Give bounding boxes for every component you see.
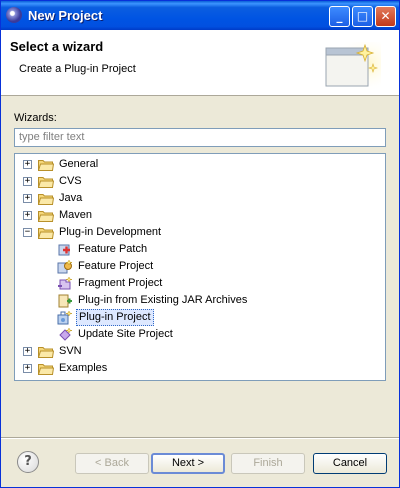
eclipse-icon bbox=[6, 7, 22, 23]
tree-item-label: Plug-in from Existing JAR Archives bbox=[78, 294, 248, 306]
expand-icon[interactable]: + bbox=[23, 364, 32, 373]
tree-wizard-item[interactable]: Plug-in Project bbox=[15, 309, 385, 326]
wizard-banner-icon bbox=[323, 42, 381, 90]
tree-item-label: Fragment Project bbox=[78, 277, 163, 289]
folder-icon bbox=[37, 192, 55, 205]
feature-patch-icon bbox=[57, 242, 73, 258]
tree-folder-item[interactable]: + General bbox=[15, 156, 385, 173]
finish-button[interactable]: Finish bbox=[231, 453, 305, 474]
tree-item-label: Examples bbox=[59, 362, 108, 374]
minimize-button[interactable]: _ bbox=[329, 6, 350, 27]
expand-icon[interactable]: + bbox=[23, 160, 32, 169]
tree-wizard-item[interactable]: Update Site Project bbox=[15, 326, 385, 343]
folder-icon bbox=[37, 209, 55, 222]
tree-folder-item[interactable]: + SVN bbox=[15, 343, 385, 360]
folder-icon bbox=[37, 226, 55, 239]
page-description: Create a Plug-in Project bbox=[19, 63, 136, 75]
feature-project-icon bbox=[57, 259, 73, 275]
tree-wizard-item[interactable]: Plug-in from Existing JAR Archives bbox=[15, 292, 385, 309]
new-project-dialog: New Project _ □ ✕ Select a wizard Create… bbox=[0, 0, 400, 488]
tree-folder-item[interactable]: + Java bbox=[15, 190, 385, 207]
expand-icon[interactable]: + bbox=[23, 194, 32, 203]
help-icon[interactable]: ? bbox=[17, 451, 39, 473]
folder-icon bbox=[37, 345, 55, 358]
tree-item-label: SVN bbox=[59, 345, 82, 357]
tree-folder-item[interactable]: − Plug-in Development bbox=[15, 224, 385, 241]
plugin-project-icon bbox=[57, 310, 73, 326]
back-button[interactable]: < Back bbox=[75, 453, 149, 474]
next-button[interactable]: Next > bbox=[151, 453, 225, 474]
tree-folder-item[interactable]: + Maven bbox=[15, 207, 385, 224]
window-title: New Project bbox=[28, 8, 103, 23]
tree-wizard-item[interactable]: Feature Patch bbox=[15, 241, 385, 258]
tree-item-label: Maven bbox=[59, 209, 93, 221]
tree-item-label: Java bbox=[59, 192, 83, 204]
tree-folder-item[interactable]: + CVS bbox=[15, 173, 385, 190]
wizard-tree[interactable]: + General + CVS + Java + Maven − Plug-in Developm… bbox=[14, 153, 386, 381]
plugin-jar-icon bbox=[57, 293, 73, 309]
page-title: Select a wizard bbox=[10, 39, 104, 54]
update-site-icon bbox=[57, 327, 73, 343]
tree-item-label: General bbox=[59, 158, 99, 170]
maximize-button[interactable]: □ bbox=[352, 6, 373, 27]
cancel-button[interactable]: Cancel bbox=[313, 453, 387, 474]
collapse-icon[interactable]: − bbox=[23, 228, 32, 237]
wizards-label: Wizards: bbox=[14, 112, 57, 124]
folder-icon bbox=[37, 175, 55, 188]
tree-item-label: Feature Patch bbox=[78, 243, 148, 255]
tree-wizard-item[interactable]: Fragment Project bbox=[15, 275, 385, 292]
tree-folder-item[interactable]: + Examples bbox=[15, 360, 385, 377]
folder-icon bbox=[37, 158, 55, 171]
expand-icon[interactable]: + bbox=[23, 177, 32, 186]
tree-wizard-item[interactable]: Feature Project bbox=[15, 258, 385, 275]
folder-icon bbox=[37, 362, 55, 375]
tree-item-label: Plug-in Project bbox=[76, 309, 154, 326]
expand-icon[interactable]: + bbox=[23, 347, 32, 356]
tree-item-label: Plug-in Development bbox=[59, 226, 162, 238]
tree-item-label: Update Site Project bbox=[78, 328, 173, 340]
tree-item-label: Feature Project bbox=[78, 260, 154, 272]
wizard-header: Select a wizard Create a Plug-in Project bbox=[1, 30, 399, 96]
fragment-project-icon bbox=[57, 276, 73, 292]
filter-input[interactable]: type filter text bbox=[14, 128, 386, 147]
close-button[interactable]: ✕ bbox=[375, 6, 396, 27]
expand-icon[interactable]: + bbox=[23, 211, 32, 220]
button-bar-divider bbox=[1, 437, 399, 439]
tree-item-label: CVS bbox=[59, 175, 82, 187]
title-bar[interactable]: New Project _ □ ✕ bbox=[1, 1, 399, 30]
